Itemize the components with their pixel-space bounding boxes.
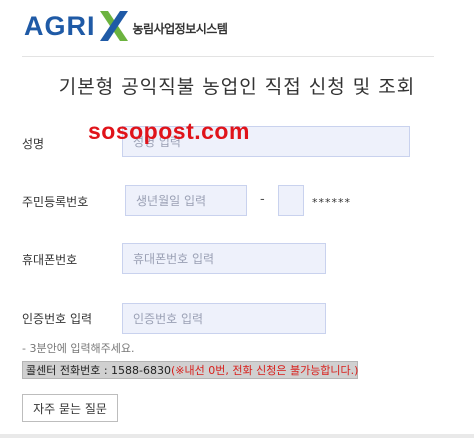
logo-x-icon [99, 11, 128, 41]
resident-back-digit-input[interactable] [278, 185, 304, 216]
verification-label: 인증번호 입력 [22, 312, 93, 326]
resident-number-separator: - [260, 192, 265, 207]
phone-label: 휴대폰번호 [22, 253, 78, 267]
phone-input[interactable] [122, 243, 326, 274]
faq-button[interactable]: 자주 묻는 질문 [22, 394, 118, 422]
call-center-notice: 콜센터 전화번호 : 1588-6830 (※내선 0번, 전화 신청은 불가능… [22, 361, 358, 379]
logo-subtitle: 농림사업정보시스템 [132, 21, 228, 36]
verification-input[interactable] [122, 303, 326, 334]
resident-number-mask: ****** [312, 196, 351, 209]
header-divider [22, 56, 434, 57]
name-label: 성명 [22, 137, 45, 151]
agrix-logo[interactable]: AGRI 농림사업정보시스템 [24, 6, 228, 46]
page-title: 기본형 공익직불 농업인 직접 신청 및 조회 [58, 76, 416, 98]
verification-hint: - 3분안에 입력해주세요. [22, 342, 135, 355]
resident-number-label: 주민등록번호 [22, 195, 89, 209]
logo-wordmark: AGRI [24, 10, 96, 41]
watermark-text: sosopost.com [88, 118, 250, 144]
birthdate-input[interactable] [125, 185, 247, 216]
call-center-number: 콜센터 전화번호 : 1588-6830 [26, 364, 171, 377]
bottom-divider [0, 434, 474, 438]
header: AGRI 농림사업정보시스템 [0, 0, 474, 54]
call-center-warning: (※내선 0번, 전화 신청은 불가능합니다.) [171, 364, 359, 377]
